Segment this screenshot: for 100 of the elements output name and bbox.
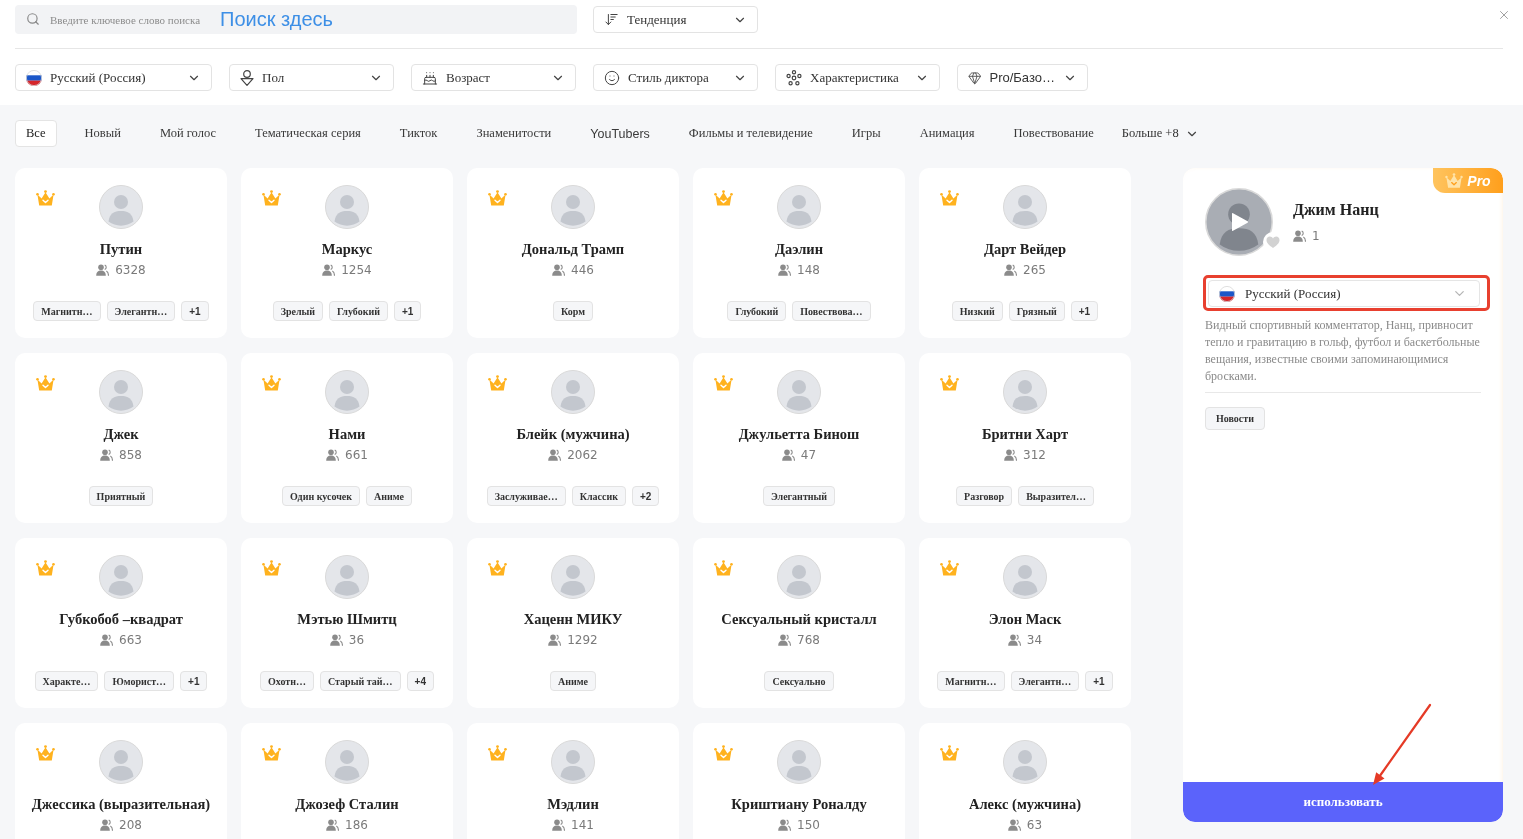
voice-card[interactable]: Джозеф Сталин 186 <box>241 723 453 839</box>
voice-card[interactable]: Дональд Трамп 446 Корм <box>467 168 679 338</box>
voice-tag: Элегантный <box>762 486 836 506</box>
category-tab[interactable]: Анимация <box>908 120 986 147</box>
voice-card[interactable]: Дарт Вейдер 265 Низкий Грязный +1 <box>919 168 1131 338</box>
users-icon <box>96 264 110 276</box>
voice-card[interactable]: Блейк (мужчина) 2062 Заслуживае… Классик +2 <box>467 353 679 523</box>
voice-card[interactable]: Криштиану Роналду 150 <box>693 723 905 839</box>
users-icon <box>100 819 114 831</box>
voice-tag: Низкий <box>951 301 1003 321</box>
category-tab[interactable]: Повествование <box>1002 120 1105 147</box>
voice-name: Маркус <box>321 240 373 258</box>
user-count: 63 <box>1026 817 1043 834</box>
category-tab[interactable]: Игры <box>840 120 892 147</box>
users-icon <box>778 634 792 646</box>
language-dropdown[interactable]: Русский (Россия) <box>1208 280 1480 307</box>
avatar-placeholder <box>99 740 143 784</box>
user-count: 36 <box>348 632 365 649</box>
user-count: 186 <box>345 817 368 834</box>
filter-dropdown[interactable]: Pro/Базо… <box>957 64 1088 91</box>
filter-dropdown[interactable]: Пол <box>229 64 394 91</box>
voice-card[interactable]: Элон Маск 34 Магнитн… Элегантн… +1 <box>919 538 1131 708</box>
use-button[interactable]: использовать <box>1183 782 1503 822</box>
voice-card[interactable]: Джульетта Бинош 47 Элегантный <box>693 353 905 523</box>
voice-tag: Старый тай… <box>320 671 401 691</box>
sort-dropdown[interactable]: Тенденция <box>593 6 758 33</box>
category-tab[interactable]: Мой голос <box>148 120 227 147</box>
voice-description: Видный спортивный комментатор, Нанц, привносит тепло и гравитацию в гольф, футбол и баскетбольные вещания, известные своими запоминающимися бросками. <box>1205 317 1481 385</box>
crown-icon <box>1445 172 1464 189</box>
voice-card[interactable]: Нами 661 Один кусочек Аниме <box>241 353 453 523</box>
users-icon <box>1007 634 1021 646</box>
voice-card[interactable]: Сексуальный кристалл 768 Сексуально <box>693 538 905 708</box>
voice-tag: Характе… <box>34 671 99 691</box>
filter-dropdown[interactable]: Возраст <box>411 64 576 91</box>
voice-name: Элон Маск <box>988 610 1062 628</box>
user-count: 1292 <box>567 632 598 649</box>
voice-card[interactable]: Мэтью Шмитц 36 Охотн… Старый тай… +4 <box>241 538 453 708</box>
person-icon <box>240 69 254 86</box>
cake-icon <box>422 69 438 86</box>
voice-tag: Выразител… <box>1018 486 1094 506</box>
user-count: 768 <box>797 632 820 649</box>
voice-card[interactable]: Путин 6328 Магнитн… Элегантн… +1 <box>15 168 227 338</box>
avatar-placeholder <box>99 370 143 414</box>
user-count: 150 <box>797 817 820 834</box>
voice-name: Дарт Вейдер <box>983 240 1067 258</box>
avatar-placeholder <box>1003 370 1047 414</box>
filter-dropdown[interactable]: Характеристика <box>775 64 940 91</box>
category-tab[interactable]: YouTubers <box>579 120 661 147</box>
search-icon <box>26 12 40 26</box>
voice-name: Блейк (мужчина) <box>516 425 630 443</box>
category-tab[interactable]: Знаменитости <box>465 120 563 147</box>
voice-card[interactable]: Джессика (выразительная) 208 <box>15 723 227 839</box>
voice-name: Даэлин <box>774 240 824 258</box>
avatar-placeholder <box>325 740 369 784</box>
users-icon <box>322 264 336 276</box>
more-tags-count: +1 <box>1085 671 1113 691</box>
voice-card[interactable]: Бритни Харт 312 Разговор Выразител… <box>919 353 1131 523</box>
category-tab[interactable]: Новый <box>73 120 132 147</box>
sort-icon <box>604 12 619 27</box>
category-tab[interactable]: Все <box>15 120 57 147</box>
users-icon <box>1004 264 1018 276</box>
filter-dropdown[interactable]: Стиль диктора <box>593 64 758 91</box>
avatar-placeholder <box>777 555 821 599</box>
more-categories-button[interactable]: Больше +8 <box>1121 120 1199 147</box>
play-icon[interactable] <box>1231 212 1249 232</box>
avatar-placeholder <box>551 740 595 784</box>
voice-tag: Элегантн… <box>106 301 176 321</box>
voice-card[interactable]: Алекс (мужчина) 63 <box>919 723 1131 839</box>
voice-card[interactable]: Мэдлин 141 <box>467 723 679 839</box>
more-tags-count: +1 <box>181 301 209 321</box>
user-count: 265 <box>1023 262 1046 279</box>
user-count: 6328 <box>115 262 146 279</box>
users-icon <box>778 264 792 276</box>
filter-dropdown[interactable]: Русский (Россия) <box>15 64 212 91</box>
users-icon <box>1293 230 1306 242</box>
voice-card[interactable]: Губкобоб –квадрат 663 Характе… Юморист… +1 <box>15 538 227 708</box>
voice-card[interactable]: Маркус 1254 Зрелый Глубокий +1 <box>241 168 453 338</box>
category-tab[interactable]: Фильмы и телевидение <box>677 120 824 147</box>
users-icon <box>548 449 562 461</box>
category-tab[interactable]: Тикток <box>388 120 449 147</box>
flag-icon <box>26 69 42 86</box>
pro-label: Pro <box>1467 172 1491 189</box>
voice-tag: Глубокий <box>329 301 388 321</box>
user-count: 661 <box>345 447 368 464</box>
voice-tag: Корм <box>553 301 593 321</box>
network-icon <box>786 69 802 86</box>
voice-tag: Аниме <box>550 671 596 691</box>
users-icon <box>552 264 566 276</box>
voice-card[interactable]: Даэлин 148 Глубокий Повествова… <box>693 168 905 338</box>
smiley-icon <box>604 69 620 86</box>
voice-name: Дональд Трамп <box>521 240 625 258</box>
voice-name: Мэтью Шмитц <box>297 610 397 628</box>
voice-tag: Аниме <box>366 486 413 506</box>
voice-card[interactable]: Хаценн МИКУ 1292 Аниме <box>467 538 679 708</box>
category-tab[interactable]: Тематическая серия <box>244 120 372 147</box>
avatar-placeholder <box>1003 740 1047 784</box>
voice-card[interactable]: Джек 858 Приятный <box>15 353 227 523</box>
avatar-placeholder <box>551 370 595 414</box>
voice-tag: Зрелый <box>272 301 324 321</box>
voice-tag: Юморист… <box>104 671 175 691</box>
